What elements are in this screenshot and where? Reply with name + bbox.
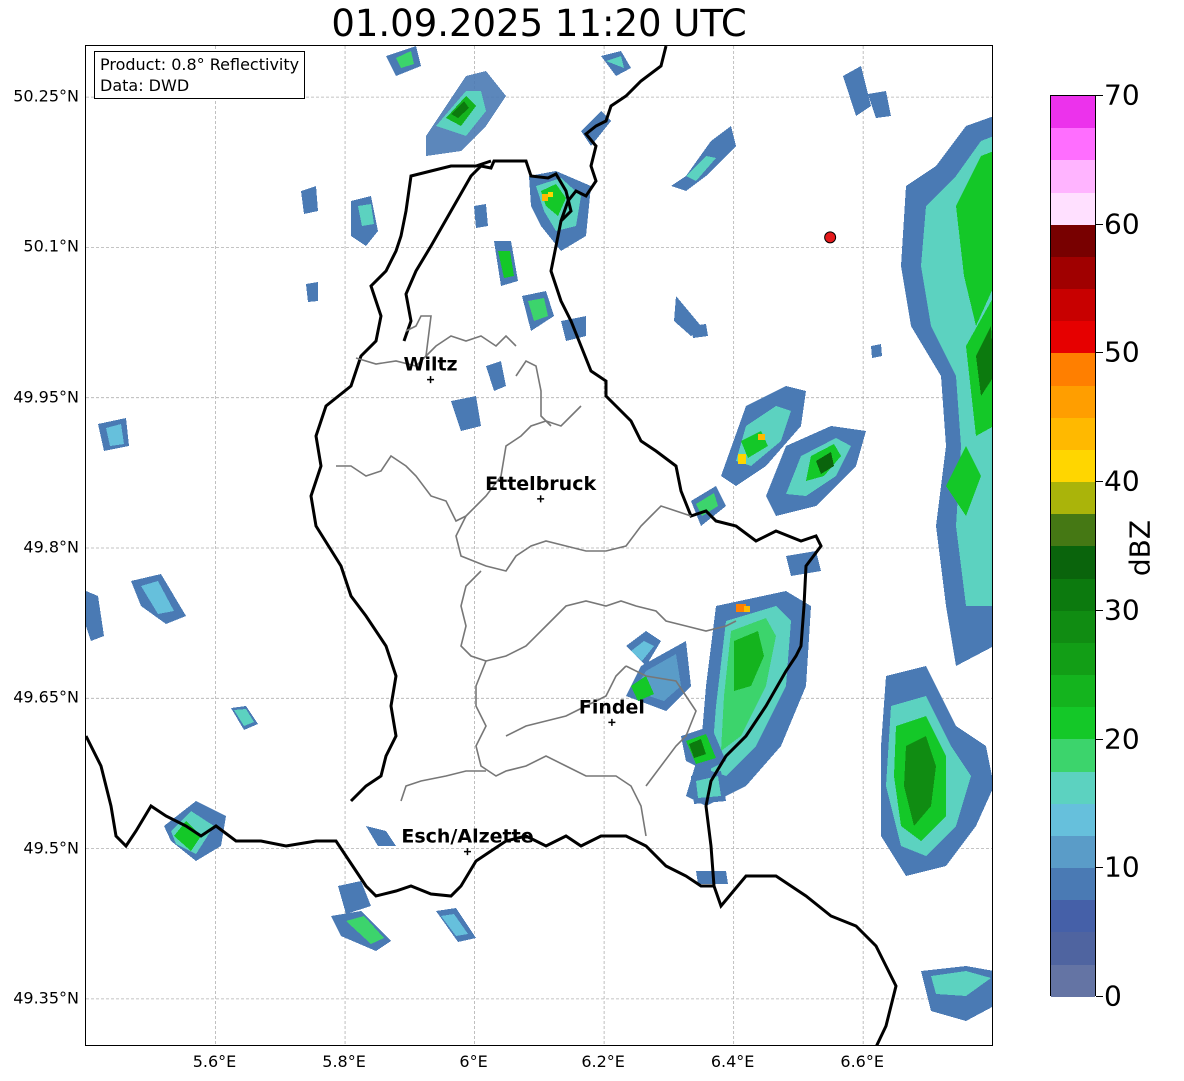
colorbar-swatch [1051,256,1095,290]
colorbar-swatch [1051,868,1095,901]
colorbar-swatch [1051,964,1095,997]
colorbar-swatch [1051,514,1095,547]
colorbar-swatch [1051,192,1095,225]
city-cross-icon [537,495,545,503]
lat-tick-label: 49.8°N [23,537,79,557]
city-marker: Esch/Alzette [401,826,534,856]
colorbar-tick-mark [1096,996,1103,997]
colorbar-tick-mark [1096,352,1103,354]
data-source-label: Data: DWD [100,76,190,95]
colorbar-swatch [1051,578,1095,611]
city-cross-icon [463,848,471,856]
lon-tick-label: 6.6°E [840,1052,884,1071]
city-label: Esch/Alzette [401,826,533,848]
radar-map[interactable]: Wiltz Ettelbruck Findel Esch/Alzette [85,45,993,1046]
map-title: 01.09.2025 11:20 UTC [331,2,747,45]
city-label: Ettelbruck [485,473,596,495]
colorbar-tick-mark [1096,738,1103,740]
city-cross-icon [608,718,616,726]
colorbar-swatch [1051,642,1095,676]
border-france-south [712,874,898,1045]
colorbar-swatch [1051,739,1095,772]
city-marker: Findel [579,696,645,726]
radar-echo-cell [691,66,992,1021]
colorbar [1050,95,1096,997]
colorbar-swatch [1051,771,1095,804]
radar-site-dot [824,231,837,244]
colorbar-tick-mark [1096,867,1103,869]
border-belgium-luxembourg [309,159,492,803]
site-marker [824,231,837,244]
colorbar-tick-mark [1096,481,1103,483]
city-marker: Ettelbruck [485,473,596,503]
colorbar-swatch [1051,932,1095,965]
colorbar-swatch [1051,417,1095,450]
lon-tick-label: 5.8°E [322,1052,366,1071]
colorbar-swatch [1051,289,1095,322]
colorbar-swatch [1051,803,1095,836]
colorbar-swatch [1051,482,1095,515]
colorbar-tick-label: 20 [1104,722,1140,756]
city-label: Findel [579,696,645,718]
lat-tick-label: 49.5°N [23,838,79,858]
country-borders [86,46,898,1045]
colorbar-swatch [1051,707,1095,740]
border-luxembourg [86,159,823,898]
city-label: Wiltz [403,354,457,376]
colorbar-tick-label: 70 [1104,78,1140,112]
lon-tick-label: 6.4°E [710,1052,755,1071]
canton-borders [336,315,737,837]
product-info-box: Product: 0.8° Reflectivity Data: DWD [94,51,306,99]
colorbar-swatch [1051,835,1095,869]
colorbar-tick-label: 0 [1104,979,1122,1013]
lon-tick-label: 5.6°E [192,1052,237,1071]
colorbar-tick-label: 40 [1104,464,1140,498]
colorbar-swatch [1051,128,1095,161]
colorbar-tick-mark [1096,223,1103,225]
colorbar-tick-label: 50 [1104,335,1140,369]
lat-tick-label: 50.1°N [23,236,79,256]
colorbar-swatch [1051,353,1095,386]
colorbar-tick-mark [1096,95,1103,96]
product-label: Product: 0.8° Reflectivity [100,55,300,74]
lat-tick-label: 49.65°N [13,687,79,707]
colorbar-swatch [1051,224,1095,257]
colorbar-swatch [1051,385,1095,418]
colorbar-swatch [1051,449,1095,483]
colorbar-tick-label: 60 [1104,207,1140,241]
colorbar-swatch [1051,546,1095,579]
colorbar-swatch [1051,96,1095,129]
colorbar-tick-mark [1096,609,1103,611]
lat-tick-label: 49.95°N [13,387,79,407]
colorbar-tick-label: 10 [1104,850,1140,884]
colorbar-swatch [1051,900,1095,933]
radar-echo-layer [86,46,992,1021]
colorbar-swatch [1051,160,1095,193]
colorbar-tick-label: 30 [1104,593,1140,627]
lat-tick-label: 50.25°N [13,86,79,106]
lon-tick-label: 6°E [459,1052,488,1071]
colorbar-swatch [1051,321,1095,354]
colorbar-swatch [1051,610,1095,643]
lon-tick-label: 6.2°E [581,1052,625,1071]
radar-echo-cell [626,591,811,884]
city-marker: Wiltz [403,354,458,384]
lat-tick-label: 49.35°N [13,988,79,1008]
city-cross-icon [427,376,435,384]
colorbar-swatch [1051,675,1095,708]
colorbar-label: dBZ [1123,519,1157,577]
map-canvas: Wiltz Ettelbruck Findel Esch/Alzette [86,46,992,1045]
